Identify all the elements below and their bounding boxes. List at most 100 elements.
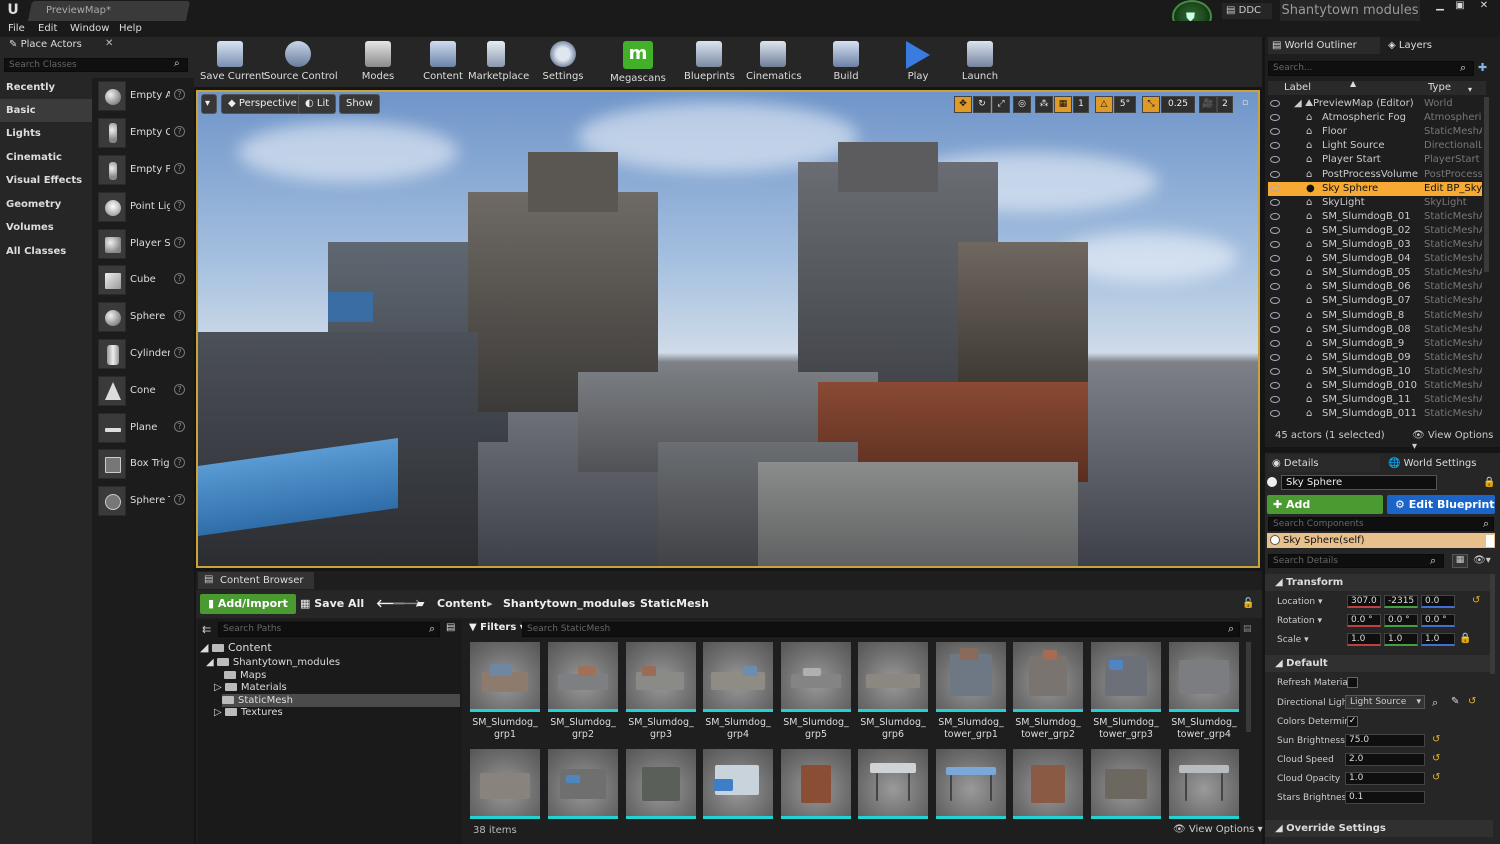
asset-scrollbar[interactable] [1246, 642, 1251, 732]
outliner-row-type[interactable]: Edit BP_Sky_ [1424, 182, 1482, 196]
help-icon[interactable]: ? [174, 273, 185, 284]
close-tab-icon[interactable]: ✕ [105, 38, 113, 49]
asset-tile[interactable]: SM_Slumdog_ grp1 [470, 642, 540, 742]
outliner-row[interactable]: ⌂ Floor StaticMeshAc [1268, 125, 1482, 139]
rotation-x-field[interactable]: 0.0 ° [1347, 614, 1381, 627]
place-actors-tab[interactable]: ✎ Place Actors [3, 37, 113, 53]
tree-item-textures[interactable]: ▷ Textures [214, 706, 460, 719]
actor-item[interactable]: Cone? [96, 374, 190, 408]
category-visual-effects[interactable]: Visual Effects [0, 169, 92, 192]
category-basic[interactable]: Basic [0, 99, 92, 122]
search-details-input[interactable]: Search Details [1268, 554, 1444, 568]
scale-tool-icon[interactable]: ⤢ [992, 96, 1010, 113]
search-icon[interactable]: ⌕ [1460, 61, 1466, 75]
asset-tile[interactable] [470, 749, 540, 819]
path-view-options-icon[interactable]: ▤ [446, 622, 455, 633]
visibility-eye-icon[interactable] [1270, 297, 1280, 305]
eyedropper-icon[interactable]: ✎ [1451, 696, 1459, 707]
actor-item[interactable]: Box Trig? [96, 447, 190, 481]
asset-tile[interactable] [936, 749, 1006, 819]
add-import-button[interactable]: ▮ Add/Import ▾ [200, 594, 296, 630]
visibility-eye-icon[interactable] [1270, 142, 1280, 150]
asset-tile[interactable]: SM_Slumdog_ tower_grp2 [1013, 642, 1083, 742]
asset-tile[interactable]: SM_Slumdog_ tower_grp4 [1169, 642, 1239, 742]
category-all-classes[interactable]: All Classes [0, 240, 92, 263]
rotate-tool-icon[interactable]: ↻ [973, 96, 991, 113]
reset-to-default-icon[interactable]: ↺ [1468, 696, 1476, 707]
help-icon[interactable]: ? [174, 310, 185, 321]
outliner-view-options-button[interactable]: 👁 View Options ▾ [1412, 430, 1500, 452]
location-y-field[interactable]: -2315 [1384, 595, 1418, 608]
visibility-eye-icon[interactable] [1270, 339, 1280, 347]
layers-tab[interactable]: ◈ Layers [1384, 37, 1484, 54]
close-icon[interactable]: ✕ [1474, 0, 1494, 14]
outliner-row[interactable]: ⌂ SM_SlumdogB_8 StaticMeshAc [1268, 309, 1482, 323]
location-label[interactable]: Location ▾ [1277, 595, 1347, 609]
component-self-item[interactable]: Sky Sphere(self) [1267, 533, 1495, 548]
content-button[interactable]: Content [423, 38, 463, 86]
asset-tile[interactable]: SM_Slumdog_ grp6 [858, 642, 928, 742]
camera-speed-value[interactable]: 2 [1217, 96, 1233, 113]
help-icon[interactable]: ? [174, 237, 185, 248]
visibility-eye-icon[interactable] [1270, 114, 1280, 122]
visibility-eye-icon[interactable] [1270, 241, 1280, 248]
edit-blueprint-button[interactable]: ⚙ Edit Blueprint ▾ [1387, 495, 1495, 530]
visibility-eye-icon[interactable] [1270, 198, 1280, 206]
reset-to-default-icon[interactable]: ↺ [1432, 734, 1440, 745]
help-icon[interactable]: ? [174, 494, 185, 505]
document-tab[interactable]: PreviewMap* [27, 1, 191, 21]
help-icon[interactable]: ? [174, 347, 185, 358]
actor-item[interactable]: Cube? [96, 263, 190, 297]
directional-light-dropdown[interactable]: Light Source ▾ [1345, 695, 1425, 709]
minimize-icon[interactable]: ▁ [1430, 0, 1450, 14]
actor-item[interactable]: Cylinder? [96, 337, 190, 371]
visibility-eye-icon[interactable] [1270, 156, 1280, 164]
outliner-row[interactable]: ⌂ SM_SlumdogB_11 StaticMeshAc [1268, 393, 1482, 407]
tree-item-content[interactable]: ◢ Content [200, 641, 460, 654]
rotation-label[interactable]: Rotation ▾ [1277, 614, 1347, 628]
asset-tile[interactable] [548, 749, 618, 819]
asset-tile[interactable] [858, 749, 928, 819]
scale-snap-value[interactable]: 0.25 [1161, 96, 1195, 113]
world-outliner-tab[interactable]: ▤ World Outliner [1268, 37, 1380, 54]
actor-item[interactable]: Sphere T? [96, 484, 190, 518]
outliner-row[interactable]: ⌂ SM_SlumdogB_07 StaticMeshAc [1268, 294, 1482, 308]
megascans-button[interactable]: m Megascans [610, 38, 666, 86]
world-space-icon[interactable]: ◎ [1013, 96, 1031, 113]
level-viewport[interactable] [196, 90, 1260, 568]
details-scrollbar[interactable] [1490, 574, 1495, 674]
outliner-row[interactable]: ⌂ SM_SlumdogB_01 StaticMeshAc [1268, 210, 1482, 224]
search-components-input[interactable]: Search Components [1268, 517, 1494, 531]
category-geometry[interactable]: Geometry [0, 193, 92, 216]
help-icon[interactable]: ? [174, 421, 185, 432]
visibility-eye-icon[interactable] [1270, 325, 1280, 333]
refresh-material-checkbox[interactable] [1347, 677, 1358, 688]
type-column-header[interactable]: Type [1428, 81, 1451, 95]
surface-snap-icon[interactable]: ⁂ [1035, 96, 1053, 113]
cloud-speed-field[interactable]: 2.0 [1345, 753, 1425, 766]
search-icon[interactable]: ⌕ [1228, 622, 1234, 636]
menu-edit[interactable]: Edit [38, 22, 57, 36]
translate-tool-icon[interactable]: ✥ [954, 96, 972, 113]
asset-tile[interactable]: SM_Slumdog_ grp5 [781, 642, 851, 742]
save-current-button[interactable]: Save Current [200, 38, 265, 86]
reset-to-default-icon[interactable]: ↺ [1472, 595, 1480, 606]
asset-tile[interactable] [703, 749, 773, 819]
actor-item[interactable]: Sphere? [96, 300, 190, 334]
build-button[interactable]: Build [828, 38, 864, 86]
breadcrumb-content[interactable]: Content [437, 594, 486, 614]
help-icon[interactable]: ? [174, 200, 185, 211]
location-x-field[interactable]: 307.0 [1347, 595, 1381, 608]
content-browser-tab[interactable]: Content Browser [198, 572, 314, 589]
collapse-sources-icon[interactable]: ⇇ [202, 623, 211, 636]
reset-to-default-icon[interactable]: ↺ [1432, 753, 1440, 764]
help-icon[interactable]: ? [174, 89, 185, 100]
location-z-field[interactable]: 0.0 [1421, 595, 1455, 608]
rotation-z-field[interactable]: 0.0 ° [1421, 614, 1455, 627]
help-icon[interactable]: ? [174, 163, 185, 174]
grid-snap-icon[interactable]: ▦ [1054, 96, 1072, 113]
search-classes-input[interactable]: Search Classes [4, 58, 188, 72]
show-button[interactable]: Show [339, 94, 380, 114]
outliner-row[interactable]: ⌂ Player Start PlayerStart [1268, 153, 1482, 167]
help-icon[interactable]: ? [174, 457, 185, 468]
